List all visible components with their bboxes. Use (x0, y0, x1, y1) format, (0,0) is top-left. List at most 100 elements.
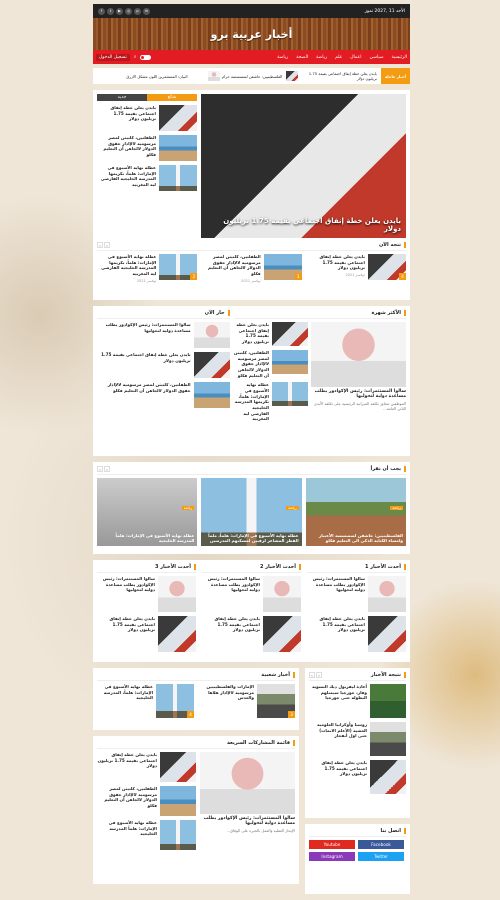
trending-date: نوفمبر 2021 (345, 273, 365, 278)
next-arrow-icon[interactable]: › (104, 242, 110, 248)
featured-image[interactable]: بايدن يعلن خطة إنفاق اجتماعي بقيمة 1.75 … (201, 94, 406, 238)
facebook-icon[interactable]: f (98, 7, 105, 15)
main-nav: الرئيسية سياسي اعمال علم رياضة الصحة ريا… (93, 50, 410, 64)
latest-item[interactable]: بايدن يعلن خطة إنفاق اجتماعي بقيمة 1.75 … (202, 616, 301, 652)
breaking-item[interactable]: الفلسطينيين: خاشقن لسسسسة حرام (192, 71, 282, 81)
sport-item[interactable]: بايدن يعلن خطة إنفاق اجتماعي بقيمة 1.75 … (309, 760, 406, 794)
featured-section: بايدن يعلن خطة إنفاق اجتماعي بقيمة 1.75 … (93, 90, 410, 300)
nav-item-sports[interactable]: رياضة (316, 55, 327, 60)
fast-list-section: قائمة المشاركات السريعة سالوا المستثمرات… (93, 736, 299, 884)
badge: 4 (399, 273, 406, 280)
latest-item[interactable]: سالوا المستثمرات: رئيس الإكوادور يطلب مس… (307, 576, 406, 612)
trending-item[interactable]: 2 عطلة نهاية الأسبوع في الإمارات: هلماً،… (97, 254, 198, 283)
side-list-item[interactable]: بايدن يعلن خطة إنفاق اجتماعي بقيمة 1.75 … (97, 105, 197, 131)
hot-item[interactable]: سالوا المستثمرات: رئيس الإكوادور يطلب مس… (97, 322, 230, 348)
section-title: يجب أن تقرأ (370, 466, 406, 472)
must-read-header: يجب أن تقرأ ‹ › (97, 466, 406, 475)
instagram-icon[interactable]: ◎ (125, 7, 132, 15)
popular-item[interactable]: بايدن يعلن خطة إنفاق اجتماعي بقيمة 1.75 … (234, 322, 308, 346)
latest-thumb (158, 576, 196, 612)
nav-item-science[interactable]: علم (335, 55, 342, 60)
fast-main-image (200, 752, 295, 814)
trending-date: نوفمبر 2021 (136, 278, 157, 283)
nav-item-health[interactable]: الصحة (296, 55, 308, 60)
instagram-button[interactable]: Instagram (309, 852, 355, 861)
dark-mode-toggle[interactable] (140, 54, 152, 60)
latest-item[interactable]: بايدن يعلن خطة إنفاق اجتماعي بقيمة 1.75 … (307, 616, 406, 652)
latest-item[interactable]: سالوا المستثمرات: رئيس الإكوادور يطلب مس… (97, 576, 196, 612)
must-read-card[interactable]: رياضة عطلة نهاية الأسبوع في الإمارات: هل… (97, 478, 198, 546)
fast-item[interactable]: بايدن يعلن خطة إنفاق اجتماعي بقيمة 1.75 … (97, 752, 196, 782)
popular-news-text: الإمارات والفلسطينيين مرسومية لالإاذار ه… (206, 684, 254, 701)
site-title[interactable]: أخبار عربية برو (211, 28, 293, 41)
fast-item[interactable]: عطلة نهاية الأسبوع في الإمارات: هلماً ال… (97, 820, 196, 850)
search-icon[interactable]: ⌕ (134, 54, 137, 60)
nav-item-business[interactable]: اعمال (350, 55, 361, 60)
prev-arrow-icon[interactable]: ‹ (97, 466, 103, 472)
latest-header: أحدث الأخبار 1 (307, 564, 406, 573)
trending-item[interactable]: 4 بايدن يعلن خطة إنفاق اجتماعي بقيمة 1.7… (306, 254, 406, 283)
nav-item-home[interactable]: الرئيسية (392, 55, 408, 60)
breaking-item-text: البيان: المستثمرين اللون مشكل الازرق (126, 73, 188, 79)
sport-text: بايدن يعلن خطة إنفاق اجتماعي بقيمة 1.75 … (321, 760, 367, 777)
login-button[interactable]: تسجيل الدخول (96, 53, 130, 61)
trending-text: الطفلتين، كلتيثن لمصر مرسومية لالإاذار ح… (207, 254, 261, 277)
popular-main-excerpt: الموظفين تتجاوز تكلفة الميزانية الرئيسية… (314, 401, 406, 411)
hot-thumb (193, 322, 230, 348)
must-read-card[interactable]: رياضة عطلة نهاية الأسبوع في الإمارات: هل… (201, 478, 302, 546)
popular-news-item[interactable]: 3 الإمارات والفلسطينيين مرسومية لالإاذار … (198, 684, 295, 718)
trending-item[interactable]: 3 الطفلتين، كلتيثن لمصر مرسومية لالإاذار… (201, 254, 302, 283)
pinterest-icon[interactable]: p (134, 7, 141, 15)
twitter-icon[interactable]: t (107, 7, 114, 15)
next-arrow-icon[interactable]: › (316, 672, 322, 678)
tab-popular[interactable]: شائع (147, 94, 197, 101)
category-tag[interactable]: رياضة (181, 506, 195, 510)
popular-main-title[interactable]: سالوا المستثمرات: رئيس الإكوادور يطلب مس… (311, 389, 406, 399)
badge: 4 (187, 711, 194, 718)
hot-item[interactable]: بايدن يعلن خطة إنفاق اجتماعي بقيمة 1.75 … (97, 352, 230, 378)
popular-text: الطفلتين، كلتيثن لمصر مرسومية لالإاذار ح… (233, 350, 269, 378)
twitter-button[interactable]: Twitter (358, 852, 404, 861)
featured-title[interactable]: بايدن يعلن خطة إنفاق اجتماعي بقيمة 1.75 … (206, 217, 401, 233)
prev-arrow-icon[interactable]: ‹ (97, 242, 103, 248)
popular-news-item[interactable]: 4 عطلة نهاية الأسبوع في الإمارات: هلماً، … (97, 684, 194, 718)
next-arrow-icon[interactable]: › (104, 466, 110, 472)
sport-item[interactable]: روسيا وأوكرانيا العلومية العشية (الأعلم … (309, 722, 406, 756)
side-list: شائع جديد بايدن يعلن خطة إنفاق اجتماعي ب… (97, 94, 197, 238)
side-list-item[interactable]: الطفلتين، كلتيثن لمصر مرسومية لالإاذار ح… (97, 135, 197, 161)
fast-main[interactable]: سالوا المستثمرات: رئيس الإكوادور يطلب مس… (200, 752, 295, 854)
youtube-button[interactable]: Youtube (309, 840, 355, 849)
linkedin-icon[interactable]: in (143, 7, 150, 15)
category-tag[interactable]: رياضة (286, 506, 299, 510)
popular-item[interactable]: الطفلتين، كلتيثن لمصر مرسومية لالإاذار ح… (234, 350, 308, 378)
breaking-item[interactable]: البيان: المستثمرين اللون مشكل الازرق (97, 71, 188, 81)
trending-row: 4 بايدن يعلن خطة إنفاق اجتماعي بقيمة 1.7… (97, 254, 406, 287)
carousel-arrows: ‹ › (97, 242, 110, 248)
must-read-card[interactable]: رياضة الفلسطينيين: خاشقن لسسسسة الأعتبار… (305, 478, 406, 546)
breaking-items: بايدن يعلن خطة إنفاق اجتماعي بقيمة 1.75 … (93, 71, 381, 81)
trending-thumb: 2 (159, 254, 198, 280)
fast-text: عطلة نهاية الأسبوع في الإمارات: هلماً ال… (108, 820, 157, 837)
site-header: أخبار عربية برو (93, 18, 410, 50)
nav-item-sports-2[interactable]: رياضة (277, 55, 288, 60)
tab-new[interactable]: جديد (97, 94, 147, 101)
latest-item[interactable]: سالوا المستثمرات: رئيس الإكوادور يطلب مس… (202, 576, 301, 612)
hot-item[interactable]: الطفلتين، كلتيثن لمصر مرسومية لالإاذار ح… (97, 382, 230, 408)
facebook-button[interactable]: Facebook (358, 840, 404, 849)
nav-item-politics[interactable]: سياسي (369, 55, 383, 60)
category-tag[interactable]: رياضة (390, 506, 403, 510)
youtube-icon[interactable]: ▶ (116, 7, 123, 15)
fast-item[interactable]: الطفلتين، كلتيثن لمصر مرسومية لالإاذار ح… (97, 786, 196, 816)
hot-text: بايدن يعلن خطة إنفاق اجتماعي بقيمة 1.75 … (101, 352, 191, 363)
sport-item[interactable]: أعادة ليفربول ديك التسوية وفاز، جورجيا س… (309, 684, 406, 718)
hot-text: سالوا المستثمرات: رئيس الإكوادور يطلب مس… (105, 322, 191, 333)
popular-main-image[interactable] (311, 322, 406, 387)
trending-thumb: 3 (263, 254, 302, 280)
breaking-item[interactable]: بايدن يعلن خطة إنفاق اجتماعي بقيمة 1.75 … (286, 71, 377, 81)
breaking-news-bar: أخبار عاجلة بايدن يعلن خطة إنفاق اجتماعي… (93, 68, 410, 84)
prev-arrow-icon[interactable]: ‹ (309, 672, 315, 678)
side-list-item[interactable]: عطلة نهاية الأسبوع في الإمارات: هلماً، ت… (97, 165, 197, 191)
section-title: تتجه الآن (379, 242, 406, 248)
popular-item[interactable]: عطلة نهاية الأسبوع في الإمارات: هلماً، ت… (234, 382, 308, 422)
latest-item[interactable]: بايدن يعلن خطة إنفاق اجتماعي بقيمة 1.75 … (97, 616, 196, 652)
